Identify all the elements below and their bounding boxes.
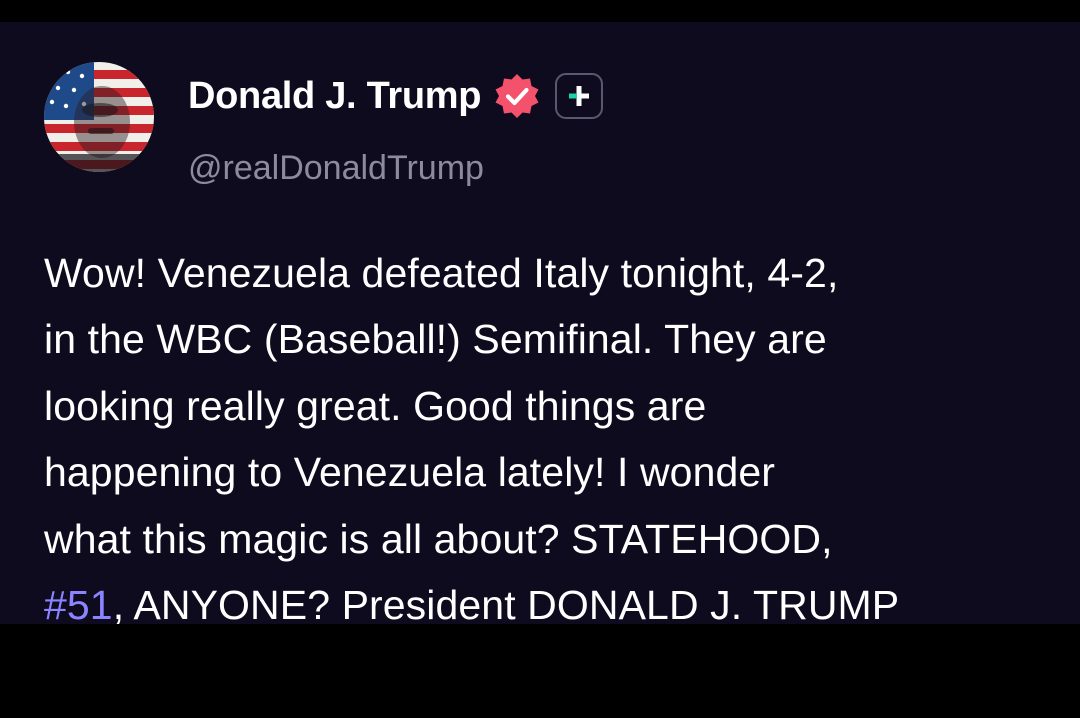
plus-icon [569,86,590,106]
avatar-image [44,62,154,172]
follow-button[interactable] [555,73,604,119]
post-card: Donald J. Trump @realDonaldTrump Wow! Ve… [0,22,1080,628]
post-line-text: , ANYONE? President DONALD J. TRUMP [112,582,900,629]
author-row: Donald J. Trump [188,72,604,120]
author-display-name[interactable]: Donald J. Trump [188,75,482,118]
post-line: what this magic is all about? STATEHOOD, [44,515,833,562]
bottom-frame-bar [0,624,1080,718]
post-line: in the WBC (Baseball!) Semifinal. They a… [44,316,827,363]
post-line: looking really great. Good things are [44,382,707,429]
post-line: happening to Venezuela lately! I wonder [44,449,776,496]
avatar[interactable] [44,62,154,172]
post-text: Wow! Venezuela defeated Italy tonight, 4… [44,240,1054,638]
post-line: Wow! Venezuela defeated Italy tonight, 4… [44,250,839,296]
top-frame-bar [0,0,1080,22]
author-handle[interactable]: @realDonaldTrump [188,149,484,188]
verified-badge-icon [493,72,541,120]
hashtag-link[interactable]: #51 [44,582,113,628]
